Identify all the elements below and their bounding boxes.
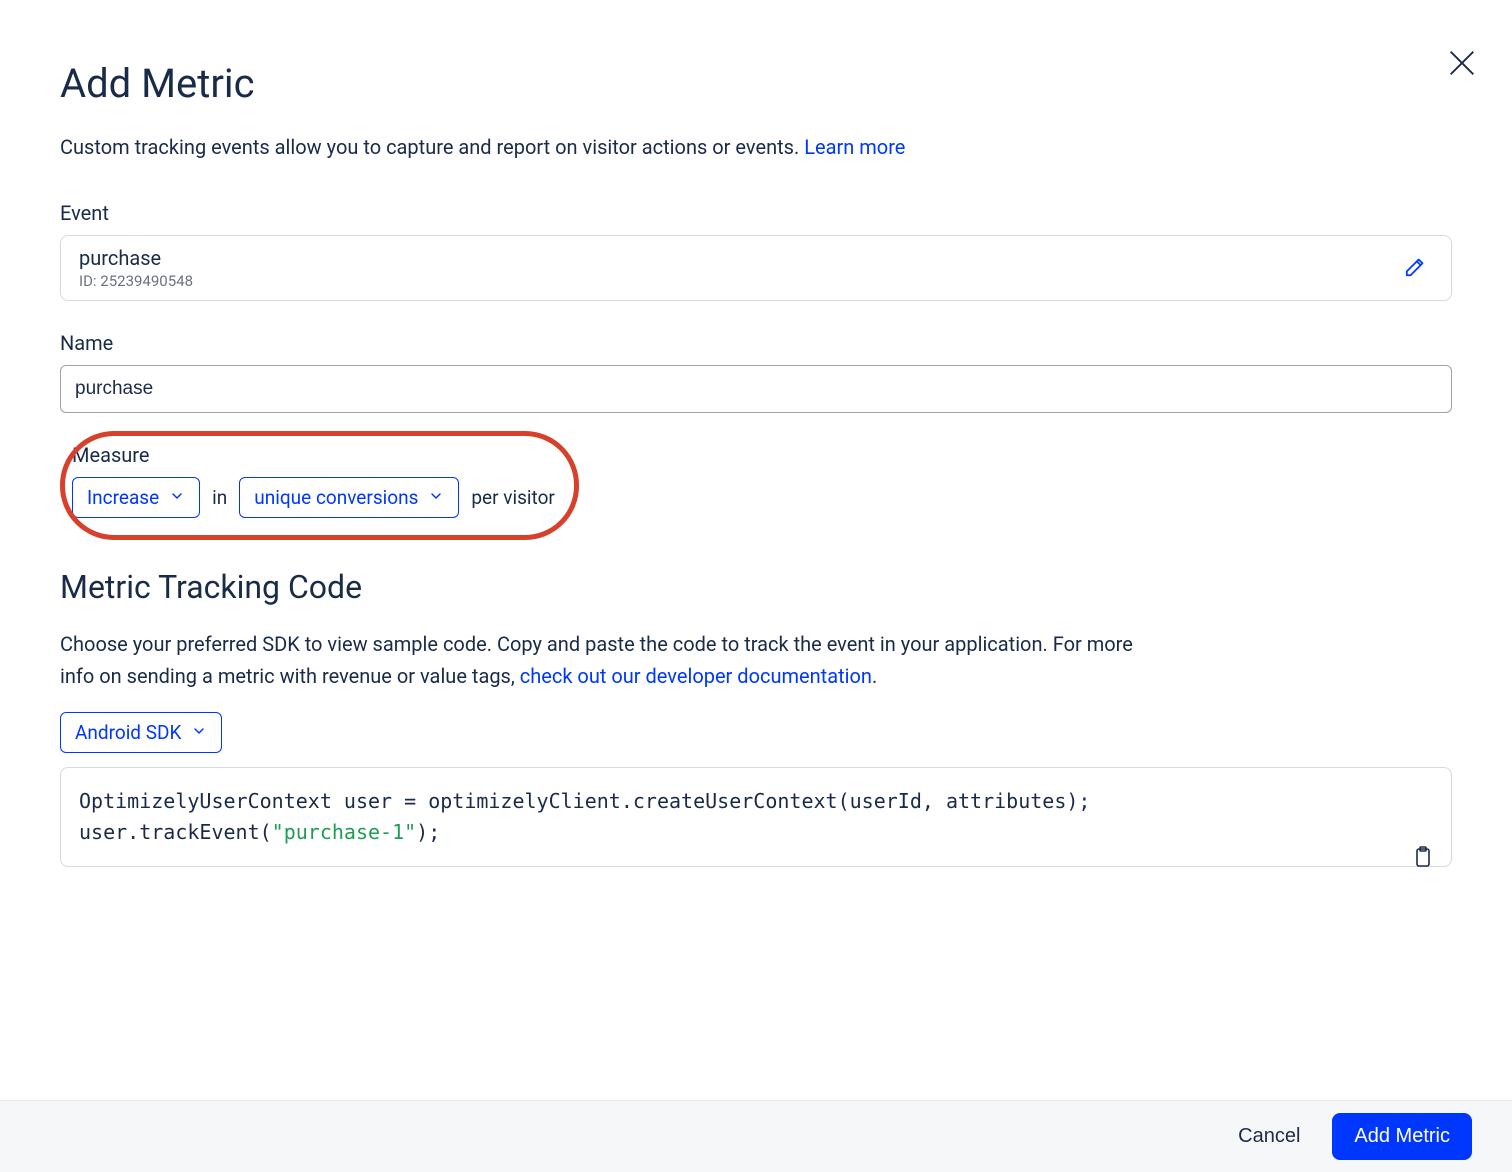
- close-icon: [1445, 46, 1479, 84]
- dropdown-value: Increase: [87, 486, 159, 509]
- code-sample: OptimizelyUserContext user = optimizelyC…: [60, 767, 1452, 867]
- intro-text: Custom tracking events allow you to capt…: [60, 135, 1452, 159]
- add-metric-dialog: Add Metric Custom tracking events allow …: [0, 0, 1512, 867]
- cancel-button[interactable]: Cancel: [1230, 1115, 1308, 1158]
- name-input[interactable]: [60, 365, 1452, 413]
- learn-more-link[interactable]: Learn more: [804, 135, 905, 159]
- dropdown-value: Android SDK: [75, 721, 181, 744]
- intro-text-body: Custom tracking events allow you to capt…: [60, 135, 804, 159]
- pencil-icon: [1403, 264, 1429, 283]
- code-section-desc: Choose your preferred SDK to view sample…: [60, 628, 1150, 692]
- event-id: ID: 25239490548: [79, 272, 193, 290]
- measure-direction-dropdown[interactable]: Increase: [72, 477, 200, 518]
- edit-event-button[interactable]: [1399, 249, 1433, 287]
- event-name: purchase: [79, 246, 193, 270]
- copy-code-button[interactable]: [1315, 782, 1435, 941]
- event-box: purchase ID: 25239490548: [60, 235, 1452, 301]
- sdk-dropdown[interactable]: Android SDK: [60, 712, 222, 753]
- event-label: Event: [60, 201, 1452, 225]
- chevron-down-icon: [428, 486, 444, 509]
- dropdown-value: unique conversions: [254, 486, 418, 509]
- add-metric-button[interactable]: Add Metric: [1332, 1113, 1472, 1160]
- name-label: Name: [60, 331, 1452, 355]
- chevron-down-icon: [169, 486, 185, 509]
- dialog-footer: Cancel Add Metric: [0, 1100, 1512, 1172]
- chevron-down-icon: [191, 721, 207, 744]
- close-button[interactable]: [1442, 45, 1482, 85]
- dev-docs-link[interactable]: check out our developer documentation: [520, 664, 872, 688]
- clipboard-icon: [1315, 851, 1435, 906]
- page-title: Add Metric: [60, 60, 1452, 107]
- measure-label: Measure: [72, 443, 555, 467]
- measure-count-type-dropdown[interactable]: unique conversions: [239, 477, 459, 518]
- measure-joiner-in: in: [212, 486, 227, 509]
- measure-section: Measure Increase in unique conversions p…: [60, 431, 579, 540]
- code-section-title: Metric Tracking Code: [60, 568, 1452, 606]
- measure-per-label: per visitor: [471, 486, 554, 509]
